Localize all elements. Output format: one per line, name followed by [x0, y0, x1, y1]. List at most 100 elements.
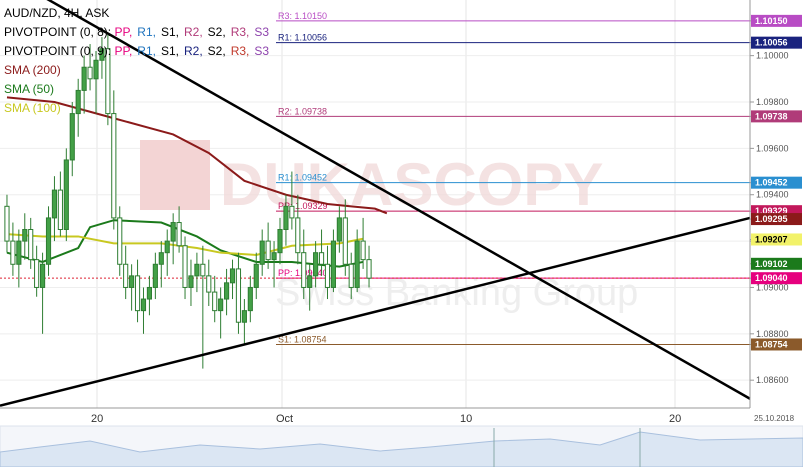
y-tick-label-3: 1.09800	[756, 97, 789, 107]
candle-body	[63, 159, 69, 230]
legend-token-r2: R2,	[183, 25, 203, 39]
tag-r2-text: 1.09738	[755, 111, 788, 121]
candle-body	[289, 205, 295, 219]
candle-body	[235, 268, 242, 323]
candle-body	[16, 240, 22, 265]
symbol-title: AUD/NZD, 4H, ASK	[4, 6, 110, 20]
legend-token-pp: PP,	[114, 44, 133, 58]
y-tick-label-2: 1.10000	[756, 51, 789, 61]
y-tick-label-15: 1.08800	[756, 329, 789, 339]
candle-body	[152, 263, 158, 288]
candle-body	[277, 229, 283, 254]
candle-body	[229, 268, 236, 284]
candle-body	[57, 189, 63, 231]
candle-body	[40, 263, 46, 288]
legend-sma-200[interactable]: SMA (200)	[4, 61, 274, 80]
candle-body	[134, 275, 141, 312]
legend-token-s2: S2,	[207, 44, 226, 58]
candle-body	[164, 240, 170, 254]
pivot-label-r1: R1: 1.09452	[278, 173, 327, 183]
candle-body	[354, 240, 360, 288]
legend-token-r1: R1,	[137, 25, 156, 39]
tag-pp-text: 1.09040	[755, 273, 788, 283]
candle-body	[265, 240, 271, 261]
legend-token-s2: S2,	[207, 25, 226, 39]
x-tick-label-2: 10	[460, 413, 472, 425]
sma100-tag-text: 1.09207	[755, 234, 788, 244]
candle-body	[129, 275, 135, 288]
candle-body	[200, 263, 206, 277]
legend-token-s1: S1,	[160, 44, 179, 58]
candle-body	[4, 205, 10, 242]
tag-r3-text: 1.10150	[755, 16, 788, 26]
legend-pivot-second[interactable]: PIVOTPOINT (0, 9): PP, R1, S1, R2, S2, R3, S3	[4, 42, 274, 61]
candle-body	[206, 275, 212, 293]
candle-body	[218, 298, 224, 312]
legend-token-s1: S1,	[160, 25, 179, 39]
x-axis: 20 Oct 10 20 25.10.2018	[0, 407, 795, 425]
x-tick-label-3: 20	[669, 413, 681, 425]
candle-body	[301, 252, 307, 288]
candle-body	[366, 259, 372, 279]
candle-body	[188, 275, 194, 288]
chart: DUKASCOPY Swiss Banking Group R3: 1.1015…	[0, 0, 803, 468]
legend-label: SMA (200)	[4, 63, 61, 77]
candle-body	[241, 310, 247, 323]
y-tick-label-5: 1.09600	[756, 143, 789, 153]
candle-body	[295, 217, 301, 254]
candle-body	[253, 263, 259, 288]
legend-sma-50[interactable]: SMA (50)	[4, 80, 274, 99]
candle-body	[51, 189, 58, 219]
legend-token-r2: R2,	[183, 44, 203, 58]
y-tick-label-7: 1.09400	[756, 190, 789, 200]
pivot-label-r2: R2: 1.09738	[278, 106, 327, 116]
tag-r1-text: 1.09452	[755, 178, 788, 188]
y-tick-label-17: 1.08600	[756, 375, 789, 385]
candle-body	[28, 229, 34, 261]
x-tick-label-1: Oct	[276, 413, 293, 425]
price-tags: 1.101501.100561.097381.094521.093291.090…	[751, 14, 802, 351]
legend-pivot-first[interactable]: PIVOTPOINT (0, 8): PP, R1, S1, R2, S2, R3, S3	[4, 23, 274, 42]
candle-body	[69, 113, 75, 161]
candle-body	[158, 252, 164, 265]
candle-body	[360, 240, 366, 261]
legend-token-pp: PP,	[114, 25, 133, 39]
candle-body	[212, 291, 218, 312]
candle-body	[111, 113, 117, 219]
candle-body	[146, 286, 152, 300]
candle-body	[247, 286, 253, 312]
legend-sma-100[interactable]: SMA (100)	[4, 99, 274, 118]
candle-body	[283, 205, 289, 230]
tag-s1-text: 1.08754	[755, 339, 788, 349]
candle-body	[45, 217, 52, 265]
candle-body	[336, 217, 342, 242]
candle-body	[313, 252, 319, 277]
candle-body	[307, 275, 313, 288]
legend-label: PIVOTPOINT (0, 8):	[4, 25, 112, 39]
legend-token-r3: R3,	[230, 44, 250, 58]
legend-label: SMA (50)	[4, 82, 55, 96]
x-tick-label-0: 20	[91, 413, 103, 425]
navigator[interactable]	[0, 425, 803, 468]
candle-body	[140, 298, 147, 312]
sma200-tag-text: 1.09295	[755, 214, 788, 224]
candle-body	[34, 259, 40, 288]
sma50-tag-text: 1.09102	[755, 259, 788, 269]
date-label: 25.10.2018	[754, 414, 795, 423]
legend-label: PIVOTPOINT (0, 9):	[4, 44, 112, 58]
candle-body	[10, 240, 16, 265]
legend-token-r1: R1,	[137, 44, 156, 58]
candle-body	[117, 217, 123, 265]
pivot-label-s1: S1: 1.08754	[278, 334, 327, 344]
candle-body	[259, 240, 265, 265]
candle-body	[330, 240, 336, 288]
legend-label: SMA (100)	[4, 101, 61, 115]
legend-token-s3: S3	[254, 44, 270, 58]
candle-body	[318, 252, 325, 265]
candle-body	[224, 282, 230, 300]
legend-token-r3: R3,	[230, 25, 250, 39]
legend-token-s3: S3	[254, 25, 270, 39]
candle-body	[194, 263, 200, 277]
candle-body	[342, 217, 348, 265]
pivot-label-r3: R3: 1.10150	[278, 11, 327, 21]
